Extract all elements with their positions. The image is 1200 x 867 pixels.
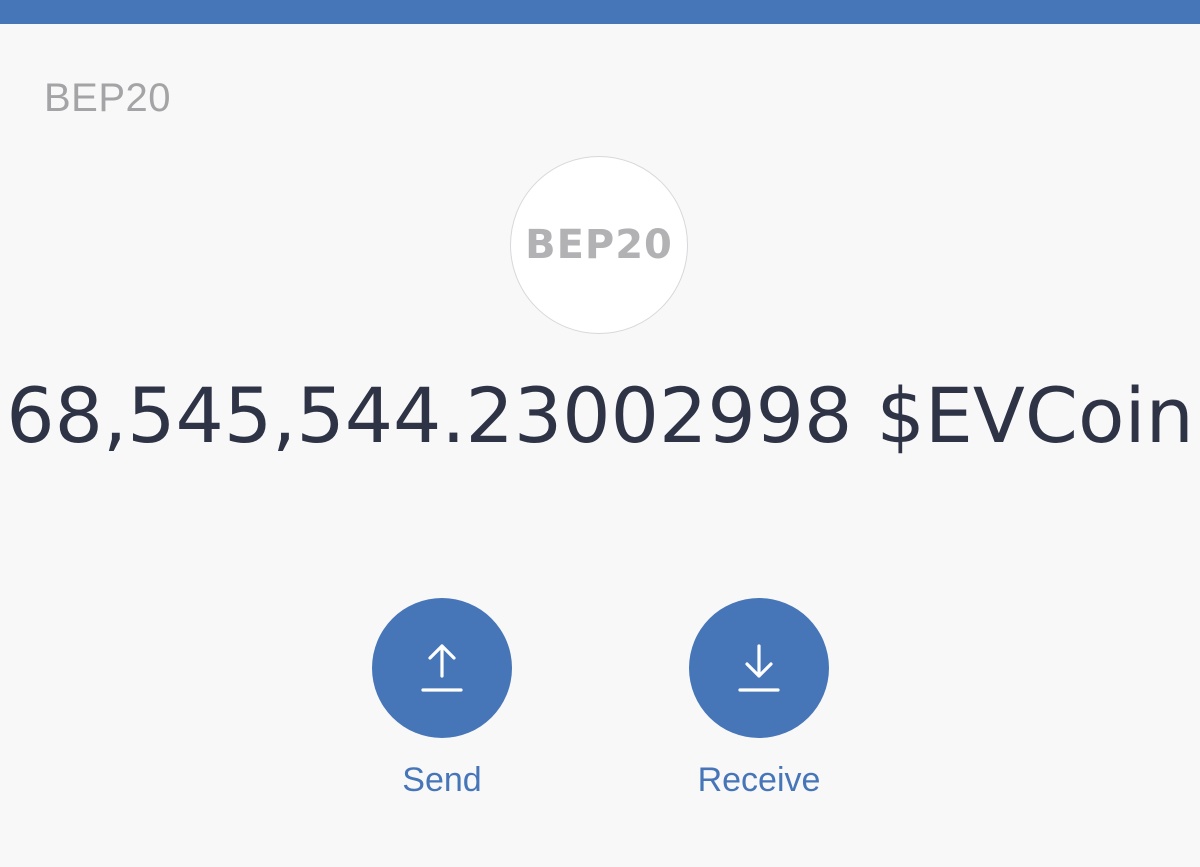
receive-button[interactable]: Receive bbox=[659, 598, 859, 800]
send-label[interactable]: Send bbox=[402, 760, 481, 800]
token-logo: BEP20 bbox=[510, 156, 688, 334]
token-logo-text: BEP20 bbox=[525, 222, 673, 268]
arrow-up-icon bbox=[421, 644, 463, 692]
balance-container: 68,545,544.23002998 $EVCoin bbox=[0, 366, 1200, 466]
top-bar bbox=[0, 0, 1200, 24]
send-circle[interactable] bbox=[372, 598, 512, 738]
receive-label[interactable]: Receive bbox=[698, 760, 821, 800]
token-balance: 68,545,544.23002998 $EVCoin bbox=[6, 371, 1194, 460]
network-label: BEP20 bbox=[44, 76, 172, 120]
receive-circle[interactable] bbox=[689, 598, 829, 738]
send-button[interactable]: Send bbox=[342, 598, 542, 800]
arrow-down-icon bbox=[738, 644, 780, 692]
